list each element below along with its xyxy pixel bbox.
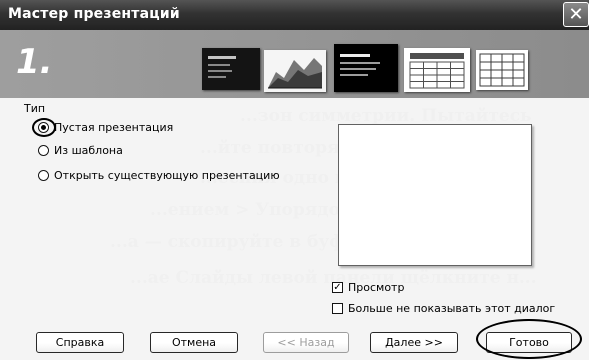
- title-bar: Мастер презентаций ✕: [0, 0, 589, 30]
- dark-slide-thumbnail: [334, 44, 398, 92]
- selection-highlight-ring: [32, 118, 56, 137]
- done-highlight-ring: [476, 319, 582, 359]
- wizard-banner: 1.: [0, 30, 589, 98]
- radio-open-existing[interactable]: [38, 170, 49, 181]
- table-thumbnail: [476, 50, 528, 90]
- help-button[interactable]: Справка: [36, 332, 124, 353]
- next-button[interactable]: Далее >>: [370, 332, 458, 353]
- dont-show-checkbox[interactable]: [332, 303, 343, 314]
- step-number: 1.: [16, 42, 53, 82]
- type-group-label: Тип: [24, 102, 46, 115]
- radio-label-open-existing[interactable]: Открыть существующую презентацию: [54, 169, 280, 182]
- radio-label-empty-presentation[interactable]: Пустая презентация: [54, 121, 173, 134]
- dont-show-checkbox-label[interactable]: Больше не показывать этот диалог: [348, 302, 555, 315]
- preview-checkbox-label[interactable]: Просмотр: [348, 281, 404, 294]
- window-title: Мастер презентаций: [8, 6, 180, 22]
- dark-slide-thumbnail: [202, 48, 260, 90]
- chart-thumbnail: [264, 50, 326, 92]
- preview-checkbox[interactable]: ✓: [332, 282, 343, 293]
- table-thumbnail: [404, 48, 470, 92]
- close-icon: ✕: [568, 4, 584, 25]
- radio-from-template[interactable]: [38, 145, 49, 156]
- radio-label-from-template[interactable]: Из шаблона: [54, 144, 123, 157]
- close-button[interactable]: ✕: [563, 2, 589, 27]
- slide-preview: [338, 124, 532, 266]
- check-icon: ✓: [333, 282, 342, 293]
- cancel-button[interactable]: Отмена: [150, 332, 238, 353]
- back-button[interactable]: << Назад: [263, 332, 349, 353]
